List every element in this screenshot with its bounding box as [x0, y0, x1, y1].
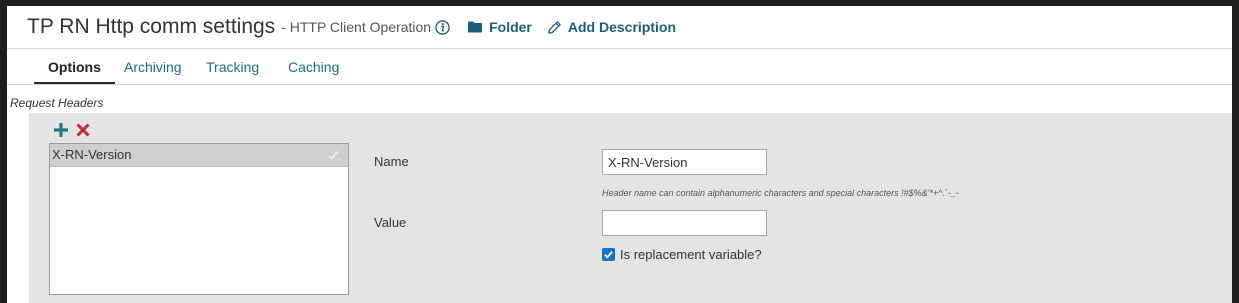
pencil-icon: [548, 20, 561, 34]
remove-header-button[interactable]: [74, 121, 92, 139]
headers-list[interactable]: X-RN-Version: [49, 143, 349, 295]
replacement-variable-checkbox[interactable]: Is replacement variable?: [602, 247, 762, 262]
add-header-button[interactable]: [52, 121, 70, 139]
tab-archiving[interactable]: Archiving: [124, 49, 182, 82]
name-label: Name: [374, 154, 409, 169]
list-item[interactable]: X-RN-Version: [50, 144, 348, 167]
checkbox-checked[interactable]: [602, 248, 615, 261]
tab-tracking[interactable]: Tracking: [206, 49, 259, 82]
value-field[interactable]: [602, 210, 767, 236]
name-hint: Header name can contain alphanumeric cha…: [602, 188, 959, 198]
check-icon: [604, 251, 613, 259]
plus-icon: [54, 123, 68, 137]
page-subtitle: - HTTP Client Operation: [281, 19, 432, 35]
replacement-variable-label: Is replacement variable?: [620, 247, 762, 262]
info-circle-icon[interactable]: [435, 19, 450, 35]
folder-icon: [468, 21, 483, 33]
tab-options[interactable]: Options: [34, 49, 115, 84]
check-icon: [327, 150, 339, 160]
folder-label: Folder: [489, 19, 532, 35]
request-headers-panel: X-RN-Version Name Header name can contai…: [29, 113, 1232, 303]
tab-bar: Options Archiving Tracking Caching: [7, 49, 1232, 85]
page-title: TP RN Http comm settings: [27, 15, 276, 38]
tab-caching[interactable]: Caching: [288, 49, 339, 82]
add-description-label: Add Description: [567, 19, 676, 35]
add-description-link[interactable]: Add Description: [548, 19, 676, 35]
value-label: Value: [374, 215, 407, 230]
request-headers-title: Request Headers: [10, 96, 104, 110]
name-field[interactable]: [602, 149, 767, 175]
folder-link[interactable]: Folder: [468, 19, 532, 35]
operation-settings-window: TP RN Http comm settings - HTTP Client O…: [7, 6, 1232, 303]
list-item-label: X-RN-Version: [52, 147, 132, 162]
header-bar: TP RN Http comm settings - HTTP Client O…: [7, 6, 1232, 49]
x-icon: [76, 123, 90, 137]
